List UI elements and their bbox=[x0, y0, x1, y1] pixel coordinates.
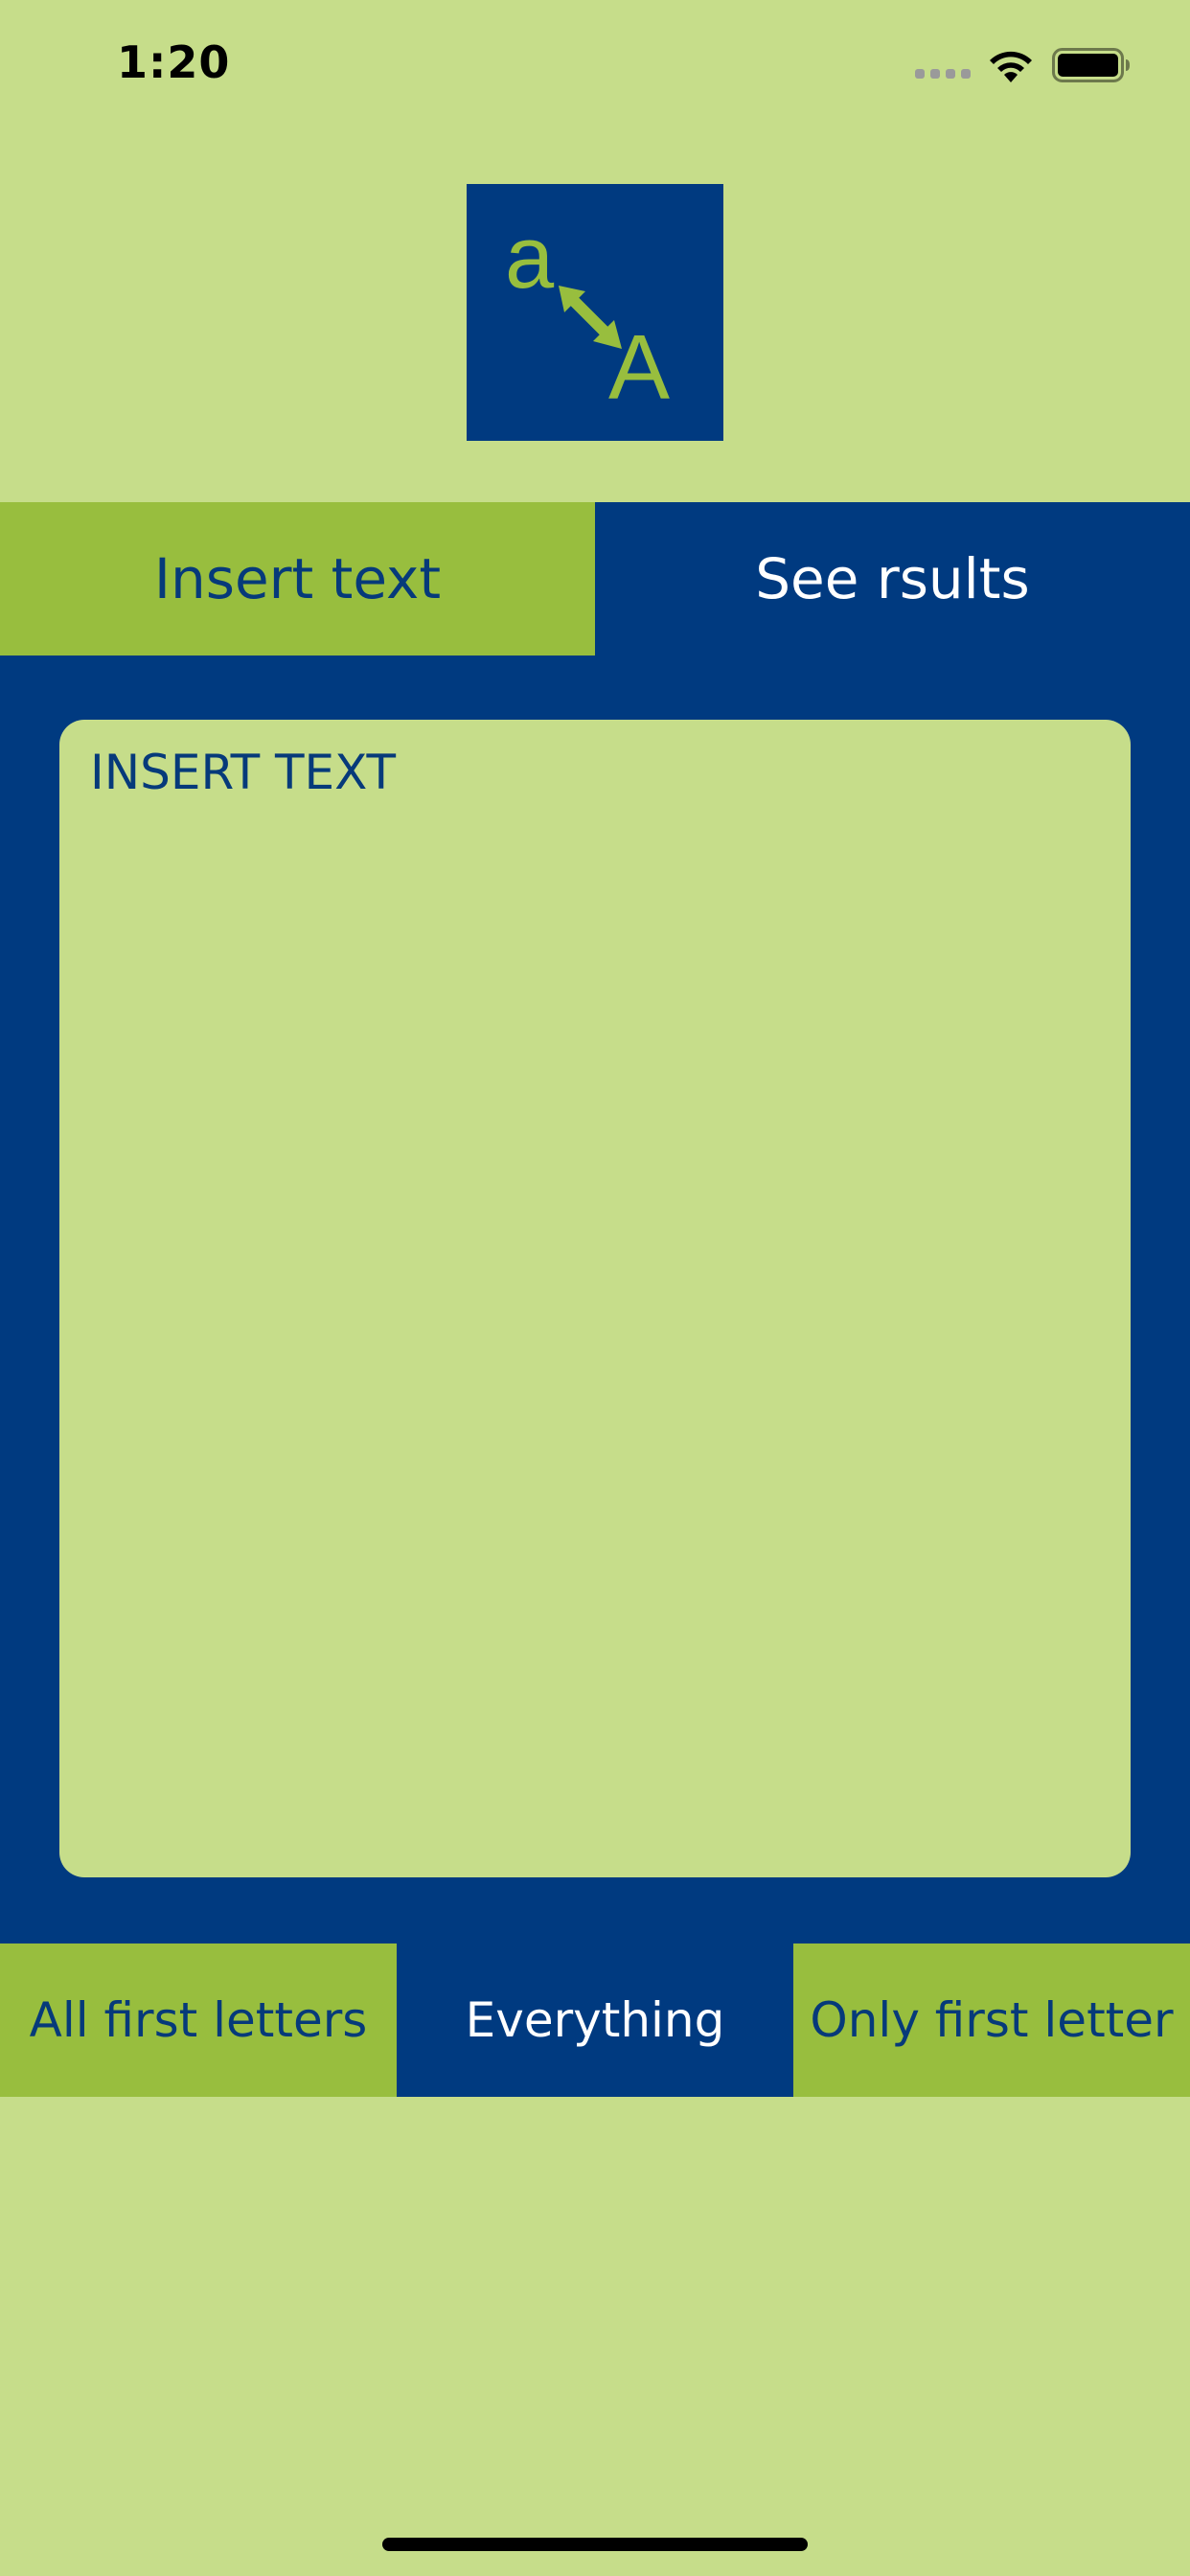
logo-capital-letter: A bbox=[608, 316, 670, 419]
option-everything[interactable]: Everything bbox=[397, 1944, 793, 2097]
battery-icon bbox=[1052, 48, 1130, 82]
tab-insert-text[interactable]: Insert text bbox=[0, 502, 595, 656]
option-only-first-letter[interactable]: Only first letter bbox=[793, 1944, 1190, 2097]
wifi-icon bbox=[990, 51, 1032, 82]
option-all-first-letters[interactable]: All first letters bbox=[0, 1944, 397, 2097]
status-bar: 1:20 bbox=[0, 0, 1190, 130]
main-panel bbox=[0, 656, 1190, 1944]
logo-small-letter: a bbox=[505, 209, 555, 307]
home-indicator[interactable] bbox=[382, 2538, 808, 2551]
signal-icon bbox=[915, 69, 971, 79]
top-tab-bar: Insert text See rsults bbox=[0, 502, 1190, 656]
app-logo: a A bbox=[467, 184, 723, 441]
status-time: 1:20 bbox=[117, 36, 231, 88]
conversion-options: All first letters Everything Only first … bbox=[0, 1944, 1190, 2097]
insert-text-input[interactable] bbox=[88, 743, 1106, 1858]
resize-arrow-icon: a A bbox=[505, 209, 670, 419]
text-area-container bbox=[59, 720, 1131, 1877]
tab-see-results[interactable]: See rsults bbox=[595, 502, 1190, 656]
